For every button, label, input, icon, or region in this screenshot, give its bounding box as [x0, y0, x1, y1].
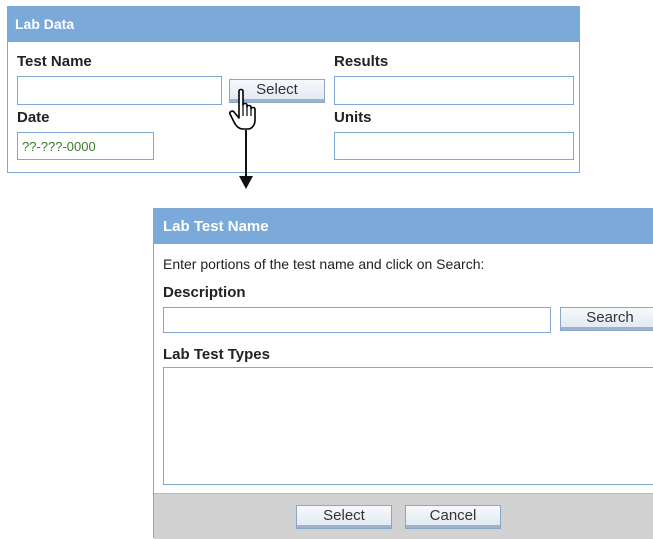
down-arrow-icon [239, 176, 253, 189]
dialog-footer: Select Cancel [154, 493, 653, 539]
dialog-cancel-button[interactable]: Cancel [405, 505, 501, 529]
description-label: Description [163, 284, 246, 301]
lab-test-types-list[interactable] [163, 367, 653, 485]
results-label: Results [334, 53, 389, 70]
dialog-cancel-button-label: Cancel [406, 506, 500, 528]
description-input[interactable] [163, 307, 551, 333]
dialog-select-button[interactable]: Select [296, 505, 392, 529]
date-label: Date [17, 109, 50, 126]
lab-data-title: Lab Data [8, 7, 579, 42]
lab-test-name-title: Lab Test Name [154, 209, 653, 244]
connector-line [245, 130, 247, 178]
date-input[interactable] [17, 132, 154, 160]
lab-test-types-label: Lab Test Types [163, 346, 270, 363]
results-input[interactable] [334, 76, 574, 105]
test-name-input[interactable] [17, 76, 222, 105]
test-name-label: Test Name [17, 53, 92, 70]
search-button-label: Search [561, 308, 653, 330]
units-input[interactable] [334, 132, 574, 160]
units-label: Units [334, 109, 372, 126]
dialog-select-button-label: Select [297, 506, 391, 528]
hand-pointer-icon [229, 88, 256, 130]
lab-test-name-dialog: Lab Test Name Enter portions of the test… [153, 208, 653, 539]
lab-data-panel: Lab Data Test Name Select Results Date U… [7, 6, 580, 173]
search-button[interactable]: Search [560, 307, 653, 331]
search-instruction: Enter portions of the test name and clic… [163, 256, 485, 272]
